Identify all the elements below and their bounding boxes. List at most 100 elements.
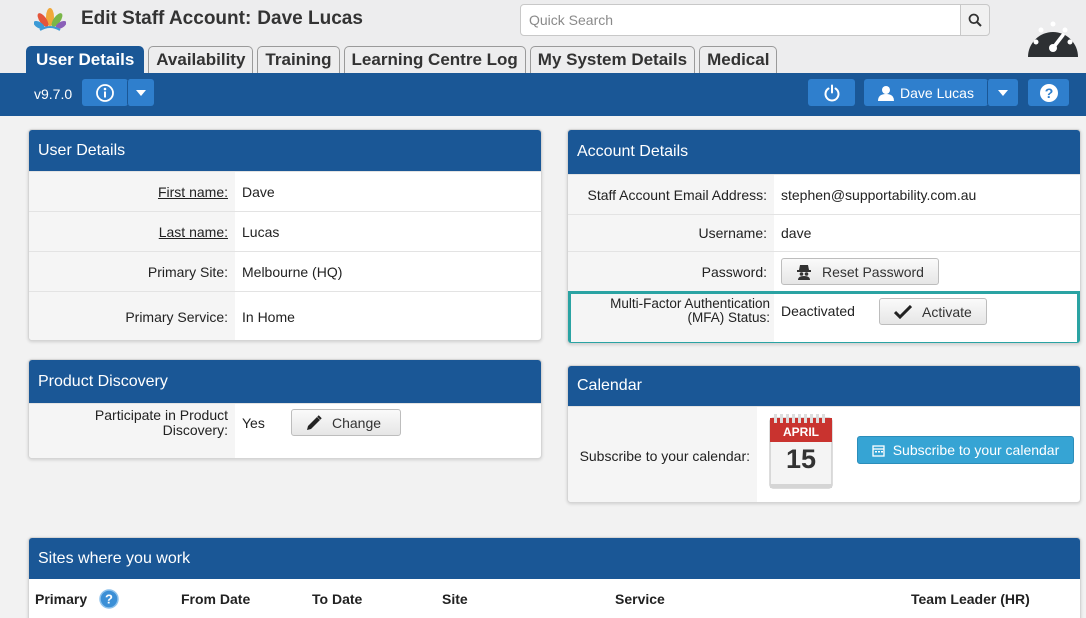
reset-password-label: Reset Password [822,263,924,280]
primary-service-label: Primary Service: [29,292,235,340]
mfa-label-line1: Multi-Factor Authentication [610,296,770,311]
help-icon: ? [1039,83,1058,102]
help-circle-icon[interactable]: ? [99,589,119,609]
last-name-value: Lucas [242,223,280,240]
mfa-label-line2: (MFA) Status: [687,310,770,325]
sites-panel: Sites where you work Primary ? From Date… [28,537,1081,618]
reset-password-button[interactable]: Reset Password [781,258,939,285]
lotus-logo-icon [34,8,66,31]
tab-training[interactable]: Training [257,46,340,73]
product-discovery-panel: Product Discovery Participate in Product… [28,359,542,459]
pencil-icon [307,414,322,430]
column-primary-label: Primary [35,591,88,607]
password-row: Password: Reset Password [568,251,1080,291]
account-details-header: Account Details [568,130,1080,174]
calendar-icon-day: 15 [785,444,817,474]
user-menu-button[interactable]: Dave Lucas [864,79,988,106]
subscribe-calendar-label: Subscribe to your calendar [892,442,1060,458]
help-button[interactable]: ? [1028,79,1069,106]
mfa-status-row: Multi-Factor Authentication (MFA) Status… [568,291,1080,343]
email-label: Staff Account Email Address: [568,175,774,214]
account-details-panel: Account Details Staff Account Email Addr… [567,129,1081,344]
column-to-date: To Date [312,591,363,607]
username-label: Username: [568,215,774,251]
nav-bar: v9.7.0 Dave Lucas ? [0,73,1086,116]
tab-my-system-details[interactable]: My System Details [529,46,696,73]
page-title-label: Edit Staff Account: [81,8,252,29]
tab-user-details[interactable]: User Details [26,46,145,73]
calendar-small-icon [872,444,885,457]
user-menu-dropdown-button[interactable] [987,79,1018,106]
power-icon [824,84,839,101]
tab-learning-centre-log[interactable]: Learning Centre Log [343,46,526,73]
user-icon [878,85,895,101]
column-service: Service [615,591,665,607]
email-value: stephen@supportability.com.au [781,186,977,203]
password-value: Reset Password [774,252,939,291]
info-icon [96,83,114,102]
user-menu-name: Dave Lucas [900,84,974,101]
product-discovery-label-line1: Participate in Product [94,407,228,423]
change-button[interactable]: Change [291,409,401,436]
page-title-staff-name: Dave Lucas [257,8,363,29]
first-name-value: Dave [242,183,275,200]
tab-bar: User Details Availability Training Learn… [26,46,781,73]
sites-header: Sites where you work [29,538,1080,579]
last-name-row: Last name: Lucas [29,211,541,251]
username-row: Username: dave [568,214,1080,251]
quick-search-input[interactable] [520,4,961,36]
info-button[interactable] [82,79,128,106]
product-discovery-label: Participate in Product Discovery: [29,404,235,458]
product-discovery-label-line2: Discovery: [162,422,228,438]
calendar-value: APRIL 15 Subscribe to your calendar [757,407,1080,502]
calendar-label: Subscribe to your calendar: [568,407,757,502]
calendar-row: Subscribe to your calendar: APRIL 15 Sub… [568,406,1080,502]
mfa-status-value: Deactivated [781,303,855,319]
sites-table-header: Primary ? From Date To Date Site Service… [29,579,1080,618]
first-name-row: First name: Dave [29,171,541,211]
username-value: dave [781,225,812,241]
version-label: v9.7.0 [34,86,73,102]
caret-down-icon [136,89,146,96]
caret-down-icon [998,89,1008,96]
checkmark-icon [894,304,912,319]
primary-site-value: Melbourne (HQ) [242,263,343,280]
column-site: Site [442,591,468,607]
column-primary: Primary ? [29,589,181,609]
svg-text:?: ? [1044,85,1053,101]
product-discovery-value: Yes [242,415,265,431]
primary-site-label: Primary Site: [29,252,235,291]
user-details-header: User Details [29,130,541,171]
user-details-panel: User Details First name: Dave Last name:… [28,129,542,341]
email-row: Staff Account Email Address: stephen@sup… [568,174,1080,214]
tab-medical[interactable]: Medical [699,46,778,73]
primary-site-row: Primary Site: Melbourne (HQ) [29,251,541,291]
activate-mfa-label: Activate [922,303,972,320]
search-button[interactable] [960,4,990,36]
password-label: Password: [568,252,774,291]
page-title: Edit Staff Account: Dave Lucas [81,8,363,30]
primary-service-row: Primary Service: In Home [29,291,541,340]
info-dropdown-button[interactable] [127,79,154,106]
logout-button[interactable] [808,79,855,106]
column-from-date: From Date [181,591,251,607]
svg-text:?: ? [105,592,113,607]
subscribe-calendar-button[interactable]: Subscribe to your calendar [857,436,1074,464]
calendar-icon-month: APRIL [783,425,819,439]
change-button-label: Change [332,414,382,431]
last-name-label[interactable]: Last name: [29,212,235,251]
calendar-icon: APRIL 15 [768,412,834,490]
first-name-label[interactable]: First name: [29,172,235,211]
activate-mfa-button[interactable]: Activate [879,298,987,325]
search-icon [968,13,982,27]
primary-service-value: In Home [242,308,295,325]
tab-availability[interactable]: Availability [148,46,254,73]
product-discovery-row: Participate in Product Discovery: Yes Ch… [29,403,541,458]
column-team-leader: Team Leader (HR) [911,591,1030,607]
mfa-label: Multi-Factor Authentication (MFA) Status… [571,294,774,342]
calendar-header: Calendar [568,366,1080,406]
calendar-panel: Calendar Subscribe to your calendar: APR… [567,365,1081,503]
spy-icon [797,264,811,280]
product-discovery-header: Product Discovery [29,360,541,403]
dashboard-gauge-icon[interactable] [1026,15,1080,59]
